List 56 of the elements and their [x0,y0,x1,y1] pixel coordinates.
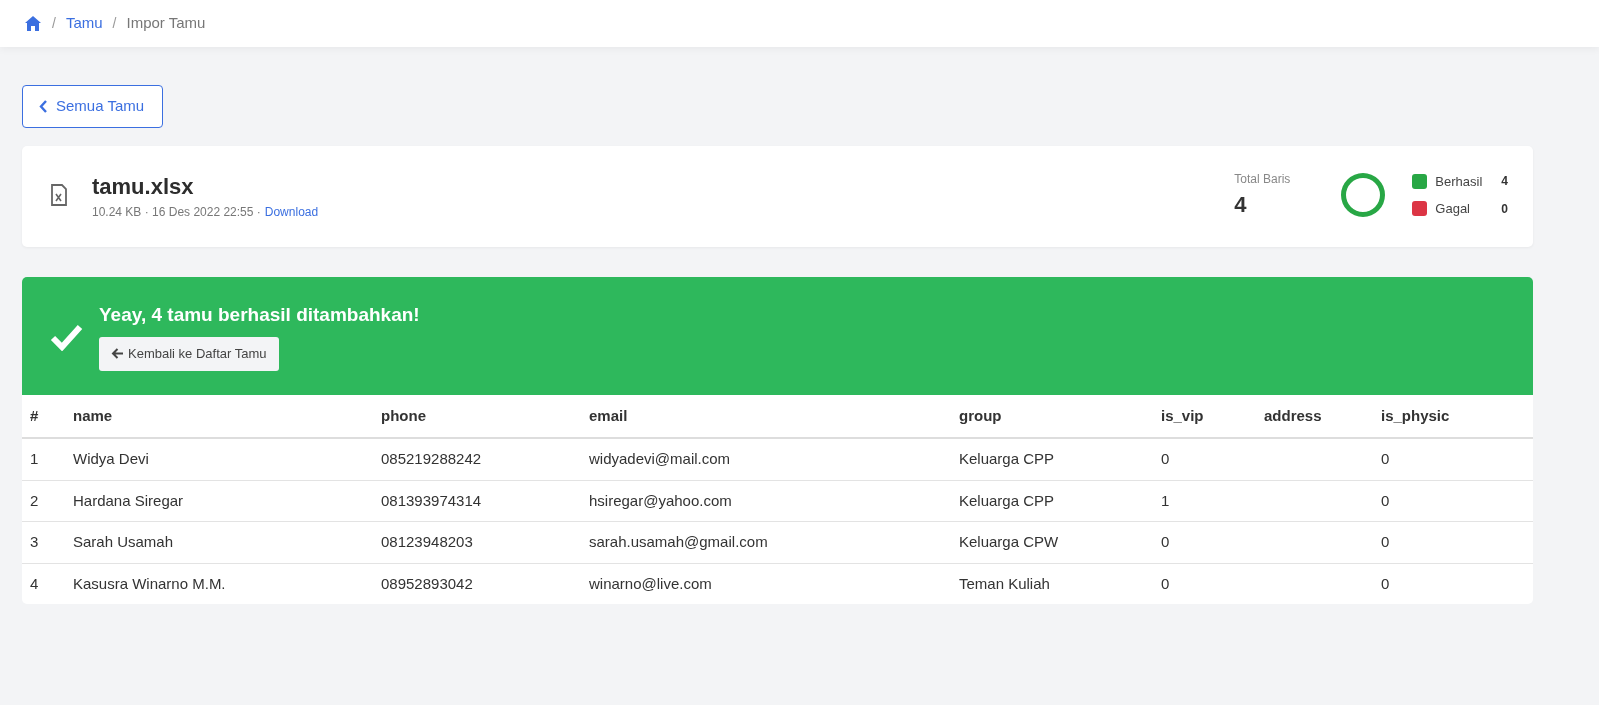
table-cell: 085219288242 [375,438,583,480]
table-cell: Keluarga CPP [953,480,1155,522]
spreadsheet-file-icon [50,184,68,206]
table-cell: 0 [1375,480,1533,522]
arrow-left-icon [111,347,124,361]
table-cell: Sarah Usamah [67,521,375,563]
table-cell: 2 [22,480,67,522]
legend-label: Gagal [1435,200,1471,218]
table-cell: Keluarga CPP [953,438,1155,480]
table-cell: 0 [1375,521,1533,563]
table-cell: Teman Kuliah [953,563,1155,604]
legend-label: Berhasil [1435,172,1484,191]
home-icon[interactable] [24,15,42,32]
table-cell: Kasusra Winarno M.M. [67,563,375,604]
back-button[interactable]: Semua Tamu [22,85,164,128]
success-message: Yeay, 4 tamu berhasil ditambahkan! [99,302,420,327]
legend-count: 0 [1501,200,1508,218]
table-cell: winarno@live.com [583,563,953,604]
breadcrumb-link[interactable]: Tamu [65,12,103,35]
total-label: Total Baris [1234,170,1291,188]
breadcrumb-separator: / [112,14,117,33]
table-cell: 1 [22,438,67,480]
table-cell: 0 [1375,438,1533,480]
table-cell: 0 [1155,563,1258,604]
column-header: is_physic [1375,394,1533,438]
column-header: group [953,394,1155,438]
table-cell: Keluarga CPW [953,521,1155,563]
table-cell: 1 [1155,480,1258,522]
back-to-list-button[interactable]: Kembali ke Daftar Tamu [99,337,279,371]
column-header: is_vip [1155,394,1258,438]
file-meta: 10.24 KB · 16 Des 2022 22:55 · [92,203,261,221]
table-cell: 4 [22,563,67,604]
total-value: 4 [1234,190,1248,219]
table-cell: 0 [1155,521,1258,563]
chevron-left-icon [39,99,48,113]
table-cell: widyadevi@mail.com [583,438,953,480]
table-cell: hsiregar@yahoo.com [583,480,953,522]
table-cell: Widya Devi [67,438,375,480]
column-header: # [22,394,67,438]
table-cell: 081393974314 [375,480,583,522]
table-cell: 08952893042 [375,563,583,604]
breadcrumb-current: Impor Tamu [126,13,206,34]
table-cell: Hardana Siregar [67,480,375,522]
download-link[interactable]: Download [264,202,319,221]
table-cell: 3 [22,521,67,563]
table-cell: 0 [1375,563,1533,604]
table-cell: sarah.usamah@gmail.com [583,521,953,563]
table-cell: 08123948203 [375,521,583,563]
table-cell: 0 [1155,438,1258,480]
column-header: address [1258,394,1375,438]
column-header: email [583,394,953,438]
legend-count: 4 [1501,173,1508,191]
file-name: tamu.xlsx [92,172,195,201]
column-header: phone [375,394,583,438]
column-header: name [67,394,375,438]
breadcrumb-separator: / [52,14,56,33]
